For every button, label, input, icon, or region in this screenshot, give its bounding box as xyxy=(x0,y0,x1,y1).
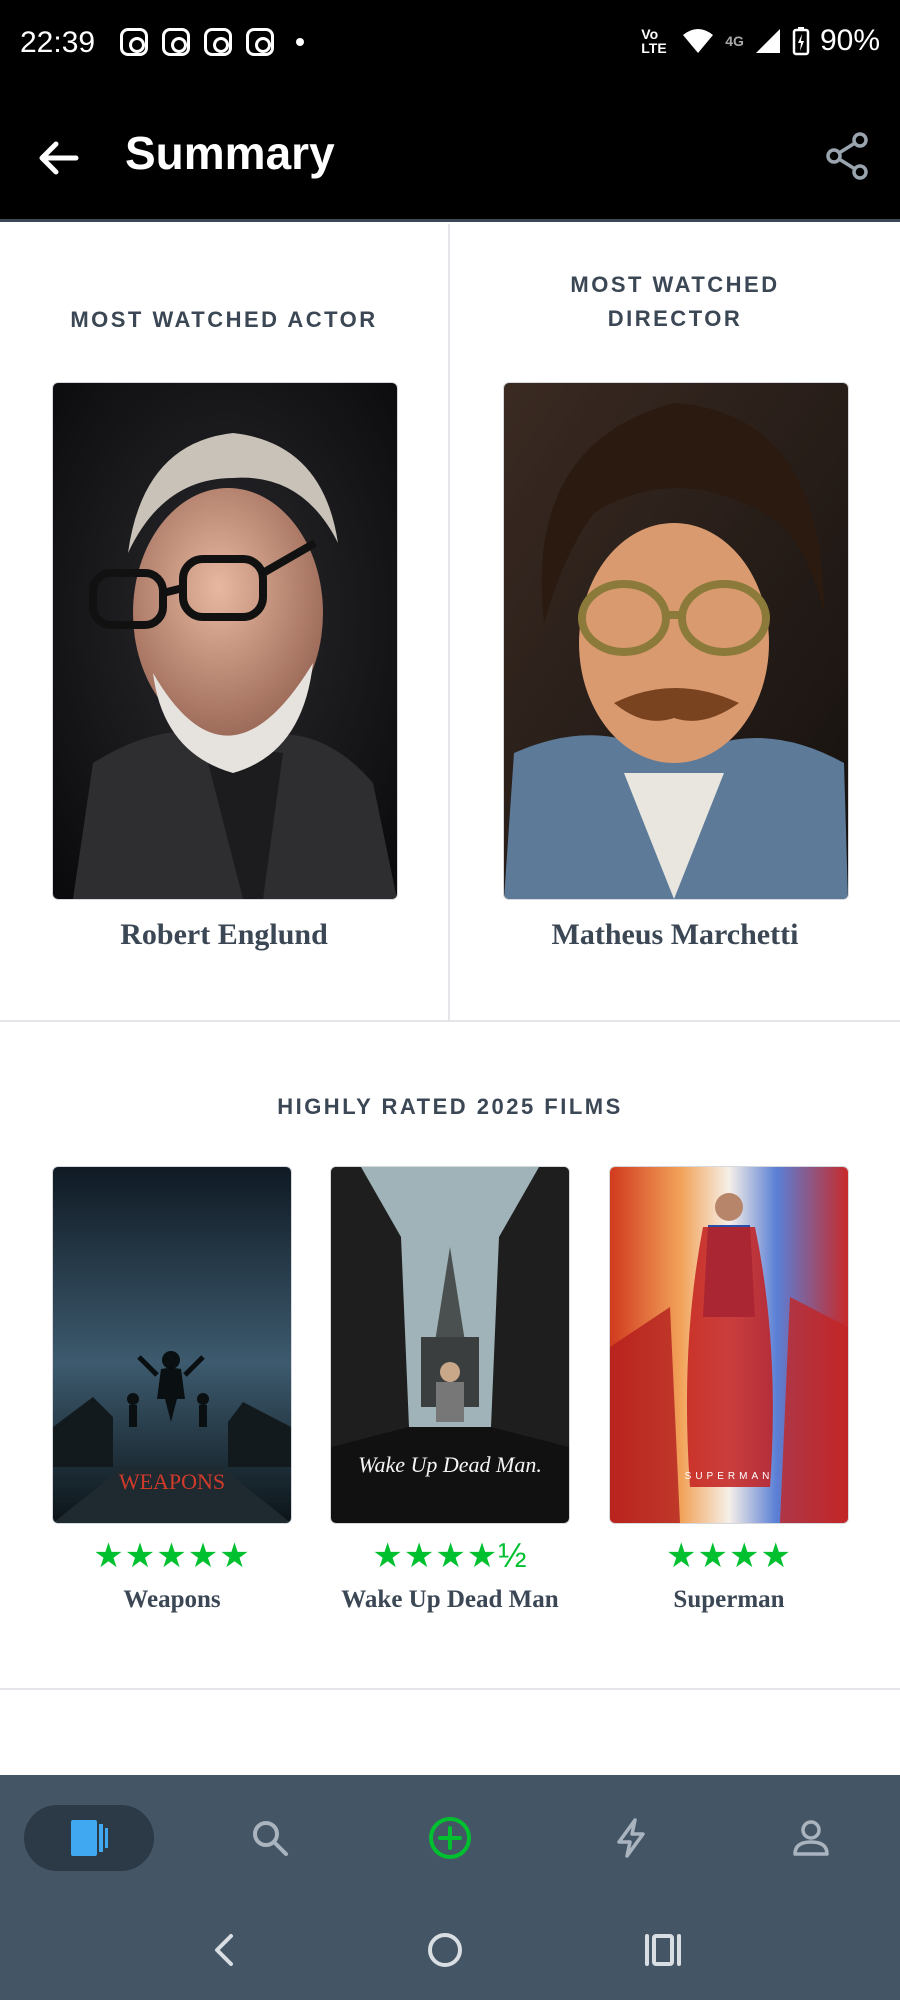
film-poster[interactable]: SUPERMAN xyxy=(609,1166,849,1524)
poster-title-text: WEAPONS xyxy=(119,1469,225,1494)
system-home-icon xyxy=(428,1933,462,1967)
system-home-button[interactable] xyxy=(415,1920,475,1980)
system-back-icon xyxy=(215,1934,233,1966)
share-icon xyxy=(826,132,868,180)
app-bar: Summary xyxy=(0,90,900,222)
wifi-icon xyxy=(683,29,714,53)
network-type-label: 4G xyxy=(725,33,744,49)
status-bar: 22:39 Vo LTE 4G 90% xyxy=(0,0,900,90)
film-poster[interactable]: Wake Up Dead Man. xyxy=(330,1166,570,1524)
film-title[interactable]: Superman xyxy=(609,1586,849,1614)
nav-activity-tab[interactable] xyxy=(566,1805,696,1871)
actor-photo xyxy=(53,383,397,899)
more-notifications-dot xyxy=(296,38,304,46)
films-section-heading: HIGHLY RATED 2025 FILMS xyxy=(277,1094,623,1119)
back-button[interactable] xyxy=(30,130,86,186)
poster-image-weapons: WEAPONS xyxy=(53,1167,291,1523)
film-card-superman[interactable]: SUPERMAN ★★★★ Superman xyxy=(609,1166,849,1614)
director-portrait[interactable] xyxy=(503,382,849,900)
system-recents-button[interactable] xyxy=(633,1920,693,1980)
system-recents-icon xyxy=(645,1934,681,1966)
poster-title-text: SUPERMAN xyxy=(685,1471,774,1482)
most-watched-people: MOST WATCHED ACTOR Robert Englund MOST W… xyxy=(0,224,900,1022)
status-right: Vo LTE 4G 90% xyxy=(641,24,880,58)
instagram-icon xyxy=(246,28,274,56)
rating-stars: ★★★★★ xyxy=(93,1537,251,1575)
most-watched-actor-card[interactable]: MOST WATCHED ACTOR Robert Englund xyxy=(0,224,450,1020)
profile-icon xyxy=(793,1820,829,1856)
most-watched-director-card[interactable]: MOST WATCHED DIRECTOR Matheus Marchetti xyxy=(450,224,900,1020)
films-icon xyxy=(71,1820,108,1856)
instagram-icon xyxy=(204,28,232,56)
actor-portrait[interactable] xyxy=(52,382,398,900)
battery-percent: 90% xyxy=(819,24,880,57)
share-button[interactable] xyxy=(822,130,874,182)
activity-icon xyxy=(617,1818,645,1858)
status-time: 22:39 xyxy=(20,26,96,59)
poster-title-text: Wake Up Dead Man. xyxy=(358,1452,542,1477)
page-title: Summary xyxy=(125,127,335,179)
heading-line: DIRECTOR xyxy=(607,306,743,331)
system-back-button[interactable] xyxy=(195,1920,255,1980)
bottom-navigation xyxy=(0,1775,900,2000)
add-icon xyxy=(429,1817,471,1859)
signal-icon xyxy=(755,29,780,53)
rating-stars: ★★★★½ xyxy=(372,1537,528,1575)
film-title[interactable]: Wake Up Dead Man xyxy=(330,1586,570,1614)
film-poster[interactable]: WEAPONS xyxy=(52,1166,292,1524)
arrow-back-icon xyxy=(39,141,79,175)
highly-rated-films-section: HIGHLY RATED 2025 FILMS WEAPONS ★★★★★ We… xyxy=(0,1022,900,1690)
film-card-wake-up-dead-man[interactable]: Wake Up Dead Man. ★★★★½ Wake Up Dead Man xyxy=(330,1166,570,1614)
poster-image-wake-up-dead-man: Wake Up Dead Man. xyxy=(331,1167,569,1523)
most-watched-actor-heading: MOST WATCHED ACTOR xyxy=(70,307,378,332)
volte-label: Vo LTE xyxy=(641,26,667,56)
director-name[interactable]: Matheus Marchetti xyxy=(450,918,900,952)
film-card-weapons[interactable]: WEAPONS ★★★★★ Weapons xyxy=(52,1166,292,1614)
search-icon xyxy=(253,1821,288,1856)
instagram-icon xyxy=(162,28,190,56)
actor-name[interactable]: Robert Englund xyxy=(0,918,448,952)
most-watched-director-heading: MOST WATCHED DIRECTOR xyxy=(450,268,900,336)
heading-line: MOST WATCHED xyxy=(570,272,780,297)
nav-profile-tab[interactable] xyxy=(746,1805,876,1871)
director-photo xyxy=(504,383,848,899)
instagram-icon xyxy=(120,28,148,56)
nav-add-tab[interactable] xyxy=(385,1805,515,1871)
film-title[interactable]: Weapons xyxy=(52,1586,292,1614)
nav-films-tab[interactable] xyxy=(24,1805,154,1871)
nav-search-tab[interactable] xyxy=(205,1805,335,1871)
poster-image-superman: SUPERMAN xyxy=(610,1167,848,1523)
battery-icon xyxy=(792,27,810,56)
notification-icons xyxy=(120,28,304,56)
rating-stars: ★★★★ xyxy=(666,1537,792,1575)
